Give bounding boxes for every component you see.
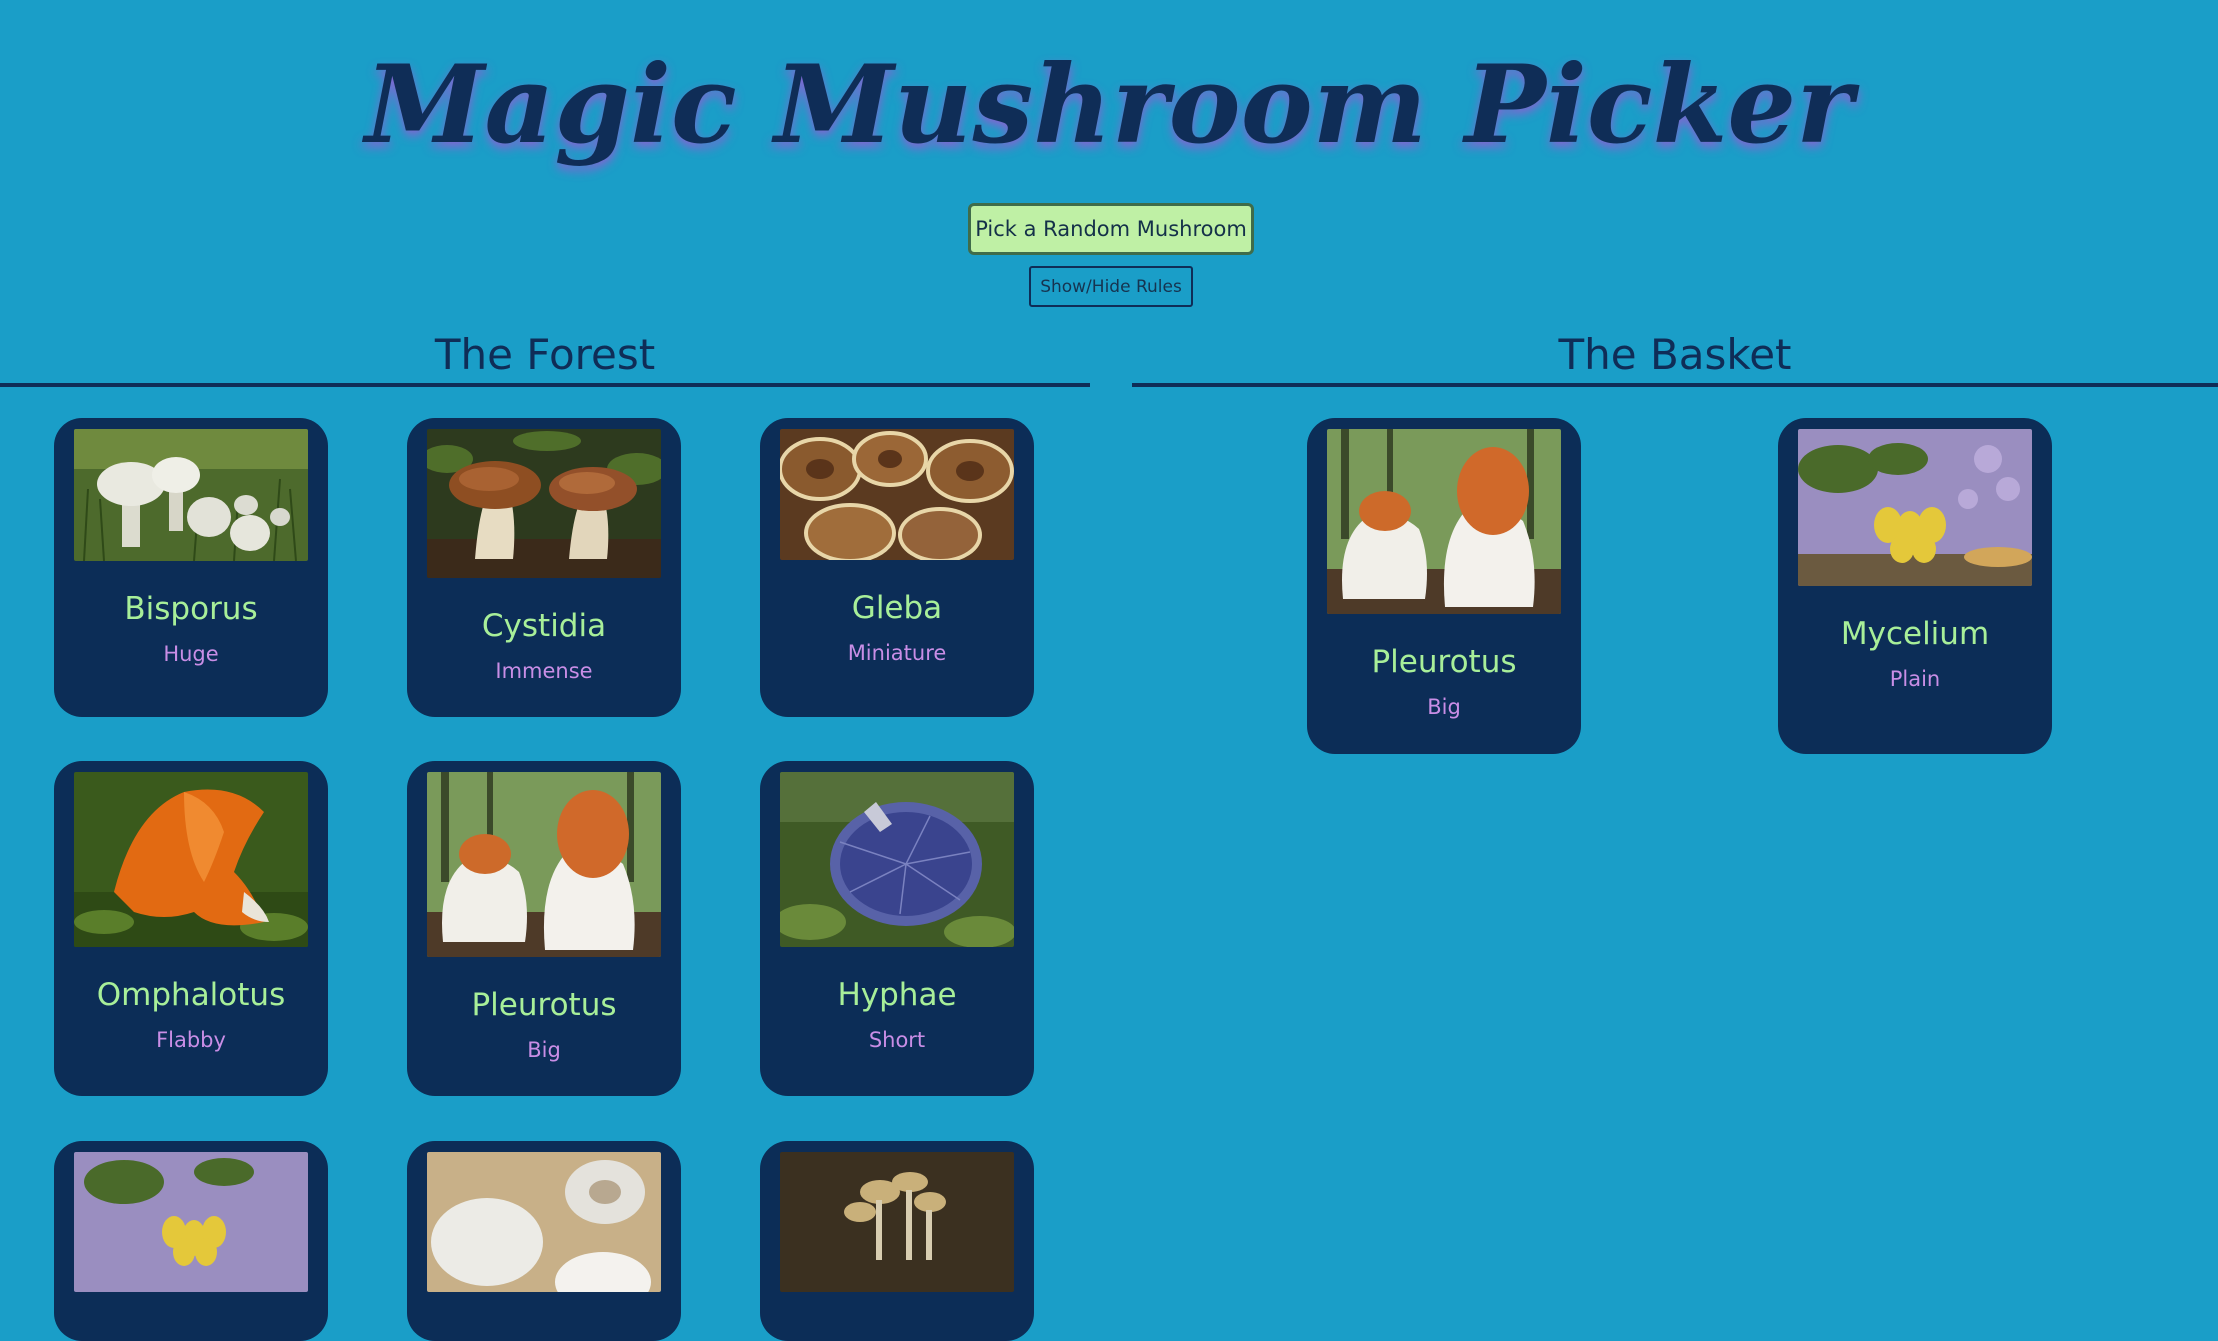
mushroom-name: Omphalotus xyxy=(96,977,286,1013)
mushroom-name: Bisporus xyxy=(124,591,258,627)
forest-card-pleurotus[interactable]: Pleurotus Big xyxy=(407,761,681,1096)
forest-card-bisporus[interactable]: Bisporus Huge xyxy=(54,418,328,717)
basket-card-pleurotus[interactable]: Pleurotus Big xyxy=(1307,418,1581,754)
forest-card-8[interactable] xyxy=(407,1141,681,1341)
forest-card-9[interactable] xyxy=(760,1141,1034,1341)
forest-card-gleba[interactable]: Gleba Miniature xyxy=(760,418,1034,717)
mushroom-name: Pleurotus xyxy=(471,987,617,1023)
mushroom-size: Huge xyxy=(163,642,219,666)
mushroom-size: Big xyxy=(1427,695,1461,719)
mushroom-image xyxy=(427,1152,661,1292)
mushroom-image xyxy=(1327,429,1561,614)
mushroom-name: Gleba xyxy=(851,590,943,626)
forest-heading: The Forest xyxy=(0,325,1090,387)
mushroom-name: Hyphae xyxy=(837,977,957,1013)
forest-card-cystidia[interactable]: Cystidia Immense xyxy=(407,418,681,717)
forest-card-7[interactable] xyxy=(54,1141,328,1341)
mushroom-size: Miniature xyxy=(847,641,947,665)
mushroom-image xyxy=(74,772,308,947)
forest-card-hyphae[interactable]: Hyphae Short xyxy=(760,761,1034,1096)
pick-random-button[interactable]: Pick a Random Mushroom xyxy=(968,203,1254,255)
mushroom-size: Short xyxy=(868,1028,926,1052)
show-hide-rules-button[interactable]: Show/Hide Rules xyxy=(1029,266,1193,307)
mushroom-size: Flabby xyxy=(156,1028,226,1052)
forest-card-omphalotus[interactable]: Omphalotus Flabby xyxy=(54,761,328,1096)
mushroom-image xyxy=(427,772,661,957)
mushroom-image xyxy=(74,429,308,561)
mushroom-name: Pleurotus xyxy=(1371,644,1517,680)
mushroom-image xyxy=(427,429,661,578)
mushroom-image xyxy=(780,1152,1014,1292)
mushroom-name: Cystidia xyxy=(481,608,607,644)
basket-heading: The Basket xyxy=(1132,325,2218,387)
mushroom-size: Immense xyxy=(495,659,593,683)
mushroom-size: Big xyxy=(527,1038,561,1062)
mushroom-name: Mycelium xyxy=(1840,616,1990,652)
basket-card-mycelium[interactable]: Mycelium Plain xyxy=(1778,418,2052,754)
mushroom-size: Plain xyxy=(1889,667,1941,691)
mushroom-image xyxy=(74,1152,308,1292)
page-title: Magic Mushroom Picker xyxy=(364,42,1854,168)
mushroom-image xyxy=(780,772,1014,947)
mushroom-image xyxy=(1798,429,2032,586)
mushroom-image xyxy=(780,429,1014,560)
